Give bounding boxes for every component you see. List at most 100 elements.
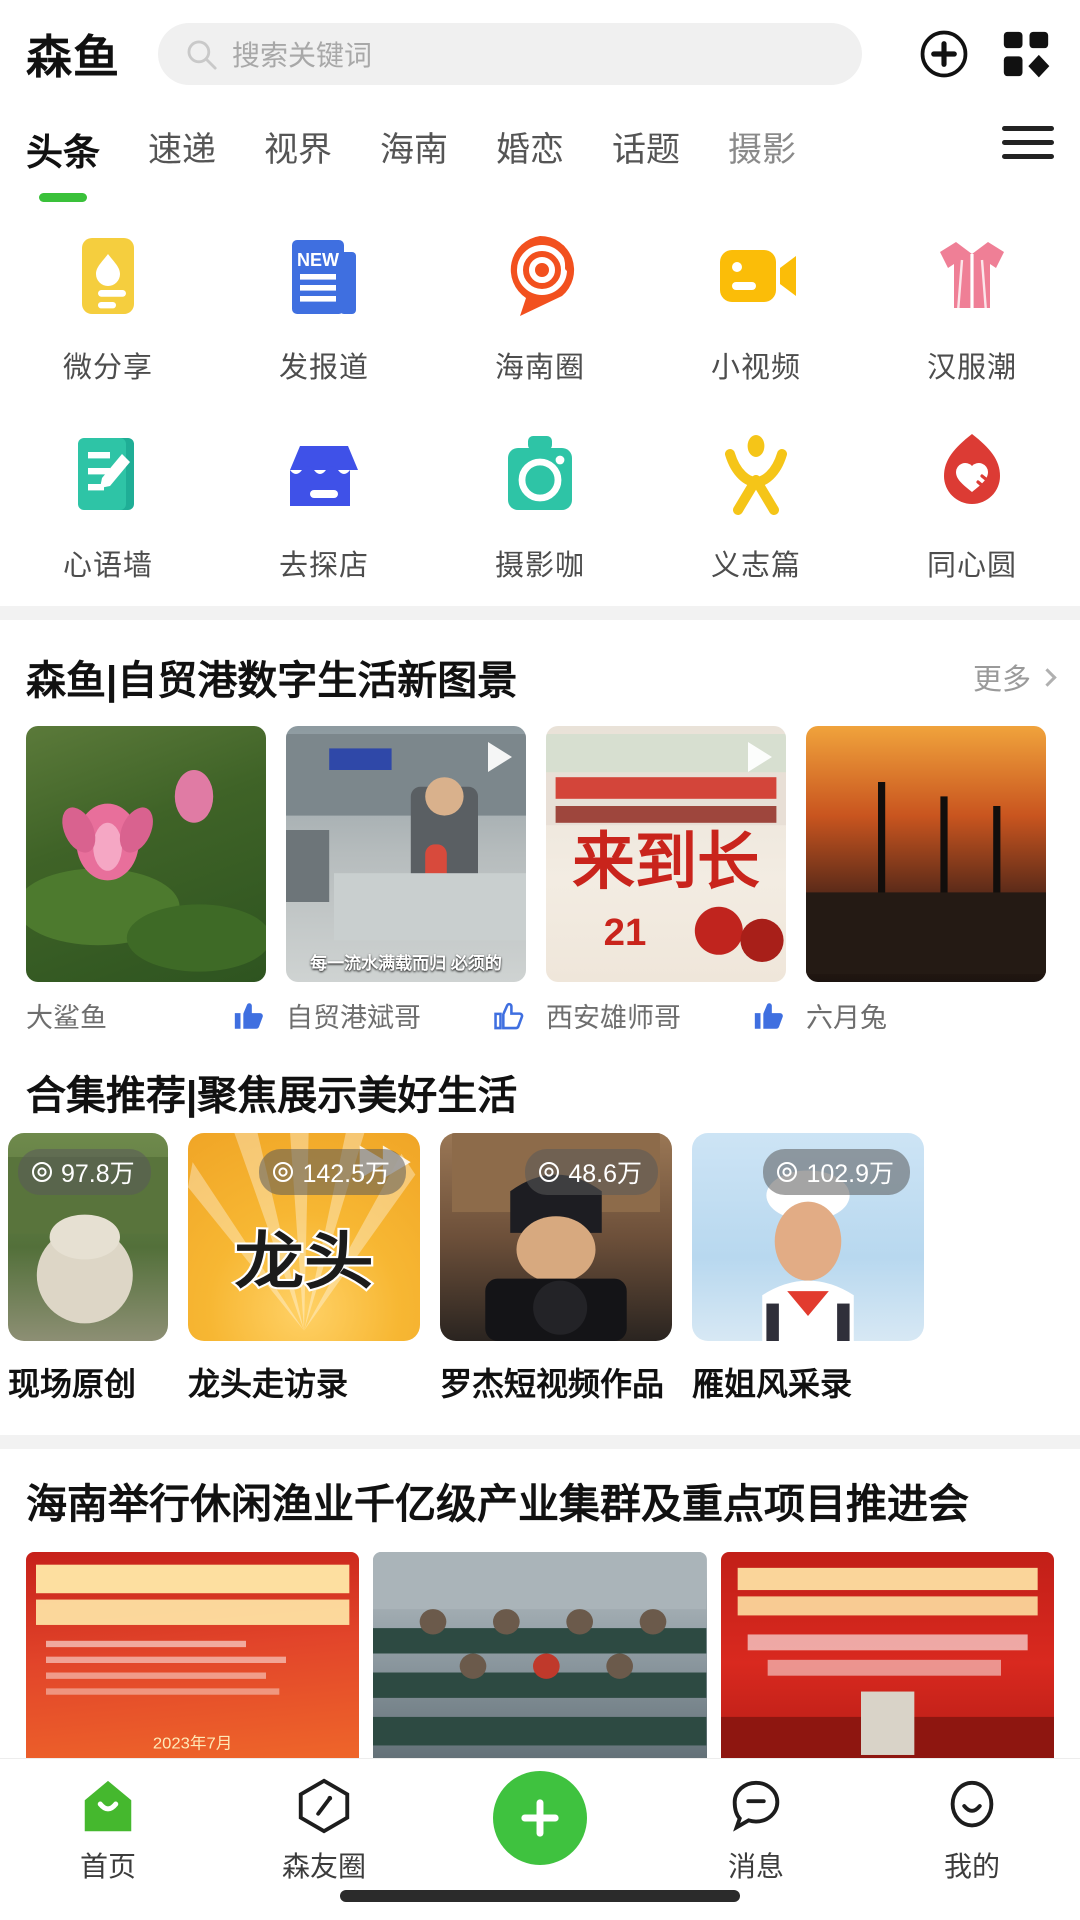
nav-item-messages[interactable]: 消息 — [648, 1775, 864, 1885]
plus-circle-icon[interactable] — [916, 26, 972, 82]
newspaper-new-icon: NEW — [276, 228, 372, 324]
tab-hunlian[interactable]: 婚恋 — [496, 118, 564, 171]
nav-label: 首页 — [80, 1845, 136, 1885]
quick-entry-label: 汉服潮 — [927, 344, 1017, 386]
video-card[interactable]: 来到长 21 西安雄师哥 — [546, 726, 786, 1035]
nav-label: 森友圈 — [282, 1845, 366, 1885]
home-icon — [77, 1775, 139, 1837]
tab-shijie[interactable]: 视界 — [264, 118, 332, 171]
quick-entry-fabaodao[interactable]: NEW 发报道 — [216, 228, 432, 386]
quick-entry-grid: 微分享 NEW 发报道 海南圈 — [0, 194, 1080, 606]
svg-text:来到长: 来到长 — [572, 828, 760, 897]
grid-apps-icon[interactable] — [998, 26, 1054, 82]
tab-sheying[interactable]: 摄影 — [728, 118, 796, 171]
video-thumbnail[interactable]: 来到长 21 — [546, 726, 786, 982]
eye-view-icon — [271, 1160, 295, 1184]
publish-fab[interactable] — [493, 1771, 587, 1865]
video-thumbnail[interactable]: 每一流水满载而归 必须的 — [286, 726, 526, 982]
search-icon — [184, 37, 218, 71]
view-count-badge: 102.9万 — [763, 1149, 910, 1195]
video-thumbnail[interactable] — [26, 726, 266, 982]
quick-entry-hainanquan[interactable]: 海南圈 — [432, 228, 648, 386]
video-thumbnail[interactable] — [806, 726, 1046, 982]
view-count-badge: 142.5万 — [259, 1149, 406, 1195]
collection-card[interactable]: 48.6万 罗杰短视频作品 — [440, 1133, 672, 1405]
thumbs-up-icon[interactable] — [492, 999, 526, 1033]
tab-toutiao[interactable]: 头条 — [26, 118, 100, 176]
quick-entry-label: 去探店 — [279, 542, 369, 584]
category-tabs: 头条 速递 视界 海南 婚恋 话题 摄影 — [0, 108, 1080, 194]
collections-section-header: 合集推荐|聚焦展示美好生活 — [0, 1035, 1080, 1133]
video-meta: 自贸港斌哥 — [286, 996, 526, 1035]
collection-title: 雁姐风采录 — [692, 1359, 924, 1405]
quick-entry-row-1: 微分享 NEW 发报道 海南圈 — [0, 228, 1080, 386]
videos-carousel[interactable]: 大鲨鱼 每一流水满载而归 必须的 自贸港斌哥 — [0, 726, 1080, 1035]
video-card[interactable]: 每一流水满载而归 必须的 自贸港斌哥 — [286, 726, 526, 1035]
collections-carousel[interactable]: 97.8万 现场原创 龙头 142.5万 龙头走访录 — [0, 1133, 1080, 1405]
video-card[interactable]: 六月兔 — [806, 726, 1046, 1035]
quick-entry-sheyingka[interactable]: 摄影咖 — [432, 426, 648, 584]
video-meta: 西安雄师哥 — [546, 996, 786, 1035]
view-count: 48.6万 — [568, 1154, 642, 1190]
quick-entry-qutandian[interactable]: 去探店 — [216, 426, 432, 584]
home-indicator — [340, 1890, 740, 1902]
news-image[interactable] — [721, 1552, 1054, 1774]
notebook-pencil-icon — [60, 426, 156, 522]
thumbs-up-icon[interactable] — [232, 999, 266, 1033]
svg-text:21: 21 — [604, 911, 647, 954]
app-brand-title: 森鱼 — [26, 21, 120, 87]
search-input[interactable]: 搜索关键词 — [158, 23, 862, 85]
video-card[interactable]: 大鲨鱼 — [26, 726, 266, 1035]
section-divider — [0, 1435, 1080, 1449]
quick-entry-label: 心语墙 — [63, 542, 153, 584]
shop-awning-icon — [276, 426, 372, 522]
section-divider — [0, 606, 1080, 620]
collection-title: 龙头走访录 — [188, 1359, 420, 1405]
videos-more-label: 更多 — [973, 656, 1031, 698]
collections-section-title: 合集推荐|聚焦展示美好生活 — [26, 1063, 517, 1121]
nav-item-publish[interactable] — [432, 1775, 648, 1873]
nav-item-profile[interactable]: 我的 — [864, 1775, 1080, 1885]
plus-icon — [514, 1792, 566, 1844]
view-count: 142.5万 — [302, 1154, 390, 1190]
eye-view-icon — [537, 1160, 561, 1184]
collection-thumbnail[interactable]: 48.6万 — [440, 1133, 672, 1341]
nav-item-moments[interactable]: 森友圈 — [216, 1775, 432, 1885]
quick-entry-tongxinyuan[interactable]: 同心圆 — [864, 426, 1080, 584]
video-meta: 大鲨鱼 — [26, 996, 266, 1035]
collection-card[interactable]: 97.8万 现场原创 — [8, 1133, 168, 1405]
collection-thumbnail[interactable]: 龙头 142.5万 — [188, 1133, 420, 1341]
collection-thumbnail[interactable]: 97.8万 — [8, 1133, 168, 1341]
video-meta: 六月兔 — [806, 996, 1046, 1035]
quick-entry-yizhipian[interactable]: 义志篇 — [648, 426, 864, 584]
quick-entry-hanfuchao[interactable]: 汉服潮 — [864, 228, 1080, 386]
collection-title: 罗杰短视频作品 — [440, 1359, 672, 1405]
quick-entry-label: 义志篇 — [711, 542, 801, 584]
collection-thumbnail[interactable]: 102.9万 — [692, 1133, 924, 1341]
tab-sudi[interactable]: 速递 — [148, 118, 216, 171]
news-image[interactable]: 2023年7月 — [26, 1552, 359, 1774]
view-count: 97.8万 — [61, 1154, 135, 1190]
quick-entry-label: 小视频 — [711, 344, 801, 386]
video-author: 自贸港斌哥 — [286, 996, 421, 1035]
quick-entry-xinyuqiang[interactable]: 心语墙 — [0, 426, 216, 584]
quick-entry-weifenxiang[interactable]: 微分享 — [0, 228, 216, 386]
hanfu-robe-icon — [924, 228, 1020, 324]
video-author: 六月兔 — [806, 996, 887, 1035]
nav-label: 消息 — [728, 1845, 784, 1885]
compass-icon — [293, 1775, 355, 1837]
hamburger-menu-icon[interactable] — [1002, 118, 1054, 168]
quick-entry-label: 微分享 — [63, 344, 153, 386]
tab-hainan[interactable]: 海南 — [380, 118, 448, 171]
view-count: 102.9万 — [806, 1154, 894, 1190]
tab-huati[interactable]: 话题 — [612, 118, 680, 171]
videos-more-button[interactable]: 更多 — [973, 656, 1054, 698]
news-image[interactable] — [373, 1552, 706, 1774]
collection-card[interactable]: 龙头 142.5万 龙头走访录 — [188, 1133, 420, 1405]
collection-card[interactable]: 102.9万 雁姐风采录 — [692, 1133, 924, 1405]
quick-entry-xiaoshipin[interactable]: 小视频 — [648, 228, 864, 386]
pen-note-icon — [60, 228, 156, 324]
thumbs-up-icon[interactable] — [752, 999, 786, 1033]
nav-item-home[interactable]: 首页 — [0, 1775, 216, 1885]
news-title: 海南举行休闲渔业千亿级产业集群及重点项目推进会 — [26, 1479, 1054, 1530]
